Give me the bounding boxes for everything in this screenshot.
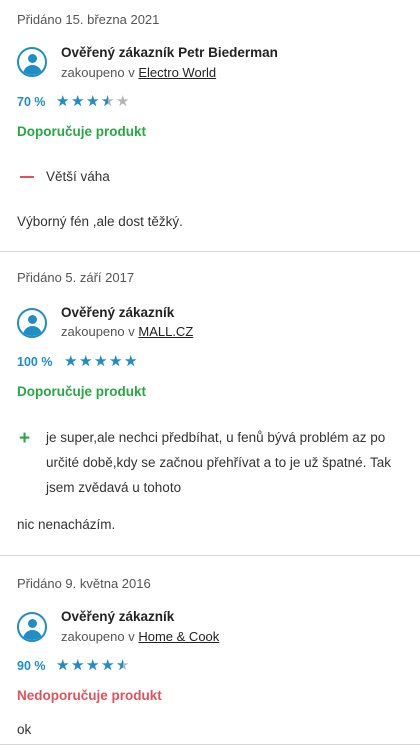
star-icon: ★★ bbox=[101, 657, 115, 674]
purchase-prefix: zakoupeno v bbox=[61, 65, 135, 80]
star-icon: ★★ bbox=[56, 93, 70, 110]
review-author: Ověřený zákazník bbox=[61, 609, 175, 624]
star-icon: ★★ bbox=[124, 353, 138, 370]
review-item: Přidáno 5. září 2017 Ověřený zákazník za… bbox=[0, 252, 420, 556]
review-item: Přidáno 15. března 2021 Ověřený zákazník… bbox=[0, 0, 420, 252]
review-date: Přidáno 9. května 2016 bbox=[17, 576, 151, 591]
star-icon: ★★ bbox=[56, 657, 70, 674]
recommendation-label: Nedoporučuje produkt bbox=[17, 688, 162, 703]
star-icon: ★★ bbox=[86, 93, 100, 110]
shop-link[interactable]: Home & Cook bbox=[138, 629, 219, 644]
pro-item: je super,ale nechci předbíhat, u fenů bý… bbox=[46, 430, 391, 495]
star-icon: ★★ bbox=[71, 93, 85, 110]
con-item: Větší váha bbox=[46, 169, 110, 184]
star-icon: ★★ bbox=[64, 353, 78, 370]
star-icon: ★★ bbox=[101, 93, 115, 110]
review-text: ok bbox=[17, 722, 32, 737]
review-text: Výborný fén ,ale dost těžký. bbox=[17, 214, 183, 229]
rating-stars: ★★★★★★★★★★ bbox=[56, 93, 130, 110]
star-icon: ★★ bbox=[71, 657, 85, 674]
rating-stars: ★★★★★★★★★★ bbox=[56, 657, 130, 674]
star-icon: ★★ bbox=[116, 657, 130, 674]
rating-percent: 70 % bbox=[17, 95, 46, 109]
star-icon: ★★ bbox=[109, 353, 123, 370]
review-text: nic nenacházím. bbox=[17, 517, 116, 532]
recommendation-label: Doporučuje produkt bbox=[17, 124, 146, 139]
shop-link[interactable]: MALL.CZ bbox=[138, 324, 193, 339]
review-date: Přidáno 5. září 2017 bbox=[17, 270, 135, 285]
purchase-info: zakoupeno v Home & Cook bbox=[61, 629, 219, 644]
purchase-prefix: zakoupeno v bbox=[61, 324, 135, 339]
purchase-prefix: zakoupeno v bbox=[61, 629, 135, 644]
recommendation-label: Doporučuje produkt bbox=[17, 384, 146, 399]
rating-stars: ★★★★★★★★★★ bbox=[64, 353, 138, 370]
rating-percent: 90 % bbox=[17, 659, 46, 673]
review-author: Ověřený zákazník Petr Biederman bbox=[61, 45, 278, 60]
review-author: Ověřený zákazník bbox=[61, 305, 175, 320]
star-icon: ★★ bbox=[79, 353, 93, 370]
plus-icon: + bbox=[19, 428, 31, 449]
user-avatar-icon bbox=[17, 308, 47, 338]
star-icon: ★★ bbox=[116, 93, 130, 110]
minus-icon bbox=[20, 176, 34, 178]
purchase-info: zakoupeno v Electro World bbox=[61, 65, 216, 80]
purchase-info: zakoupeno v MALL.CZ bbox=[61, 324, 193, 339]
star-icon: ★★ bbox=[94, 353, 108, 370]
user-avatar-icon bbox=[17, 612, 47, 642]
star-icon: ★★ bbox=[86, 657, 100, 674]
rating-percent: 100 % bbox=[17, 355, 53, 369]
review-item: Přidáno 9. května 2016 Ověřený zákazník … bbox=[0, 556, 420, 745]
user-avatar-icon bbox=[17, 47, 47, 77]
shop-link[interactable]: Electro World bbox=[138, 65, 216, 80]
review-date: Přidáno 15. března 2021 bbox=[17, 12, 160, 27]
